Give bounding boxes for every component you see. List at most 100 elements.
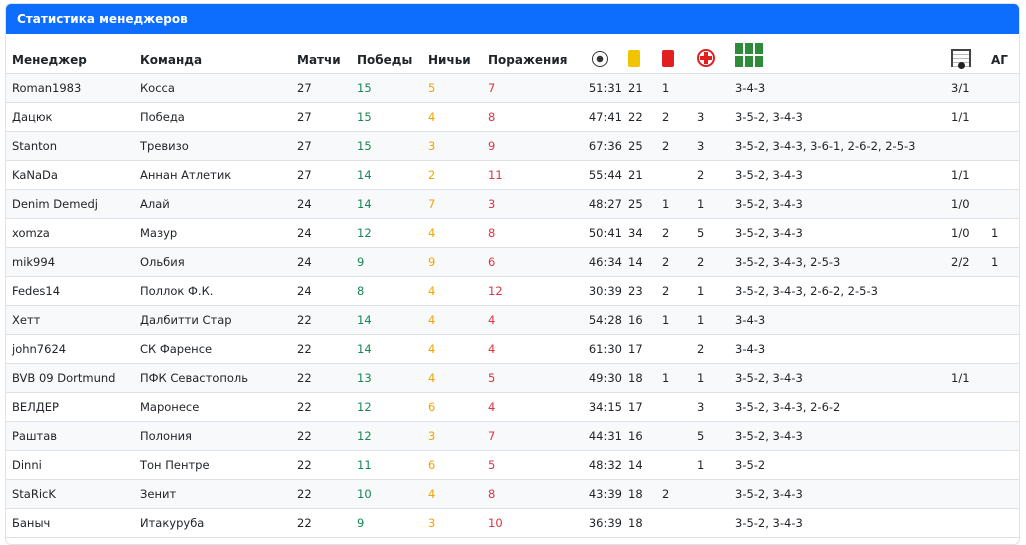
table-row: mik994 Ольбия 24 9 9 6 46:34 14 2 2 3-5-2, 3-4-3, … (6, 247, 1019, 277)
cell-yellow-cards: 16 (622, 421, 656, 451)
cell-goalkeeper: 1/0 (945, 218, 985, 248)
cell-matches: 27 (291, 102, 351, 132)
cell-losses: 4 (482, 392, 578, 422)
col-wins[interactable]: Победы (351, 34, 422, 74)
cell-manager: Stanton (6, 131, 134, 161)
cell-injuries (691, 479, 729, 509)
col-goals[interactable] (578, 34, 622, 74)
cell-matches: 22 (291, 508, 351, 538)
cell-formations: 3-4-3 (729, 73, 945, 103)
cell-goals: 36:39 (578, 508, 622, 538)
col-red-cards[interactable] (656, 34, 691, 74)
cell-matches: 22 (291, 334, 351, 364)
cell-draws: 4 (422, 479, 482, 509)
cell-wins: 14 (351, 334, 422, 364)
table-row: Stanton Тревизо 27 15 3 9 67:36 25 2 3 3-5-2, 3-4-… (6, 131, 1019, 161)
cell-losses: 11 (482, 160, 578, 190)
cell-draws: 2 (422, 160, 482, 190)
cell-matches: 24 (291, 189, 351, 219)
col-draws[interactable]: Ничьи (422, 34, 482, 74)
cell-matches: 24 (291, 276, 351, 306)
cell-yellow-cards: 21 (622, 73, 656, 103)
col-manager[interactable]: Менеджер (6, 34, 134, 74)
cell-ag (985, 160, 1019, 190)
cell-goalkeeper (945, 392, 985, 422)
cell-formations: 3-5-2, 3-4-3, 2-5-3 (729, 247, 945, 277)
cell-manager: KaNaDa (6, 160, 134, 190)
cell-team: Победа (134, 102, 291, 132)
cell-losses: 8 (482, 218, 578, 248)
cell-wins: 10 (351, 479, 422, 509)
cell-team: Мазур (134, 218, 291, 248)
cell-draws: 9 (422, 247, 482, 277)
cell-team: Зенит (134, 479, 291, 509)
cell-matches: 22 (291, 392, 351, 422)
cell-wins: 15 (351, 102, 422, 132)
cell-formations: 3-5-2, 3-4-3 (729, 421, 945, 451)
ball-icon (592, 50, 608, 67)
cell-formations: 3-5-2, 3-4-3, 2-6-2, 2-5-3 (729, 276, 945, 306)
cell-losses: 7 (482, 73, 578, 103)
cell-manager: BVB 09 Dortmund (6, 363, 134, 393)
cell-red-cards (656, 160, 691, 190)
cell-manager: xomza (6, 218, 134, 248)
cell-losses: 6 (482, 247, 578, 277)
cell-wins: 14 (351, 189, 422, 219)
cell-team: Итакуруба (134, 508, 291, 538)
cell-goalkeeper: 1/1 (945, 363, 985, 393)
cell-draws: 6 (422, 450, 482, 480)
cell-red-cards: 1 (656, 73, 691, 103)
cell-manager: ВЕЛДЕР (6, 392, 134, 422)
cell-red-cards (656, 508, 691, 538)
cell-losses: 10 (482, 508, 578, 538)
cell-losses: 7 (482, 421, 578, 451)
cell-ag (985, 189, 1019, 219)
cell-yellow-cards: 23 (622, 276, 656, 306)
cell-losses: 5 (482, 363, 578, 393)
cell-wins: 12 (351, 421, 422, 451)
cell-formations: 3-4-3 (729, 334, 945, 364)
cell-ag (985, 363, 1019, 393)
cell-injuries: 1 (691, 305, 729, 335)
cell-goals: 48:27 (578, 189, 622, 219)
col-formations[interactable] (729, 34, 945, 74)
cell-draws: 4 (422, 334, 482, 364)
cell-manager: Fedes14 (6, 276, 134, 306)
cell-goals: 47:41 (578, 102, 622, 132)
cell-yellow-cards: 18 (622, 363, 656, 393)
cell-draws: 7 (422, 189, 482, 219)
cell-wins: 12 (351, 392, 422, 422)
cell-injuries: 5 (691, 421, 729, 451)
col-injuries[interactable] (691, 34, 729, 74)
cell-goalkeeper (945, 334, 985, 364)
cell-injuries: 2 (691, 247, 729, 277)
col-team[interactable]: Команда (134, 34, 291, 74)
cell-yellow-cards: 18 (622, 508, 656, 538)
cell-ag (985, 305, 1019, 335)
goalkeeper-goal-icon (951, 48, 971, 69)
cell-goalkeeper: 2/2 (945, 247, 985, 277)
col-ag[interactable]: АГ (985, 34, 1019, 74)
cell-formations: 3-5-2, 3-4-3, 2-6-2 (729, 392, 945, 422)
cell-manager: mik994 (6, 247, 134, 277)
col-losses[interactable]: Поражения (482, 34, 578, 74)
col-goalkeeper[interactable] (945, 34, 985, 74)
cell-goalkeeper: 3/1 (945, 73, 985, 103)
cell-yellow-cards: 14 (622, 247, 656, 277)
cell-manager: Roman1983 (6, 73, 134, 103)
cell-matches: 27 (291, 73, 351, 103)
cell-draws: 4 (422, 305, 482, 335)
cell-injuries: 1 (691, 276, 729, 306)
cell-goalkeeper (945, 479, 985, 509)
col-yellow-cards[interactable] (622, 34, 656, 74)
cell-goalkeeper (945, 305, 985, 335)
cell-goalkeeper (945, 450, 985, 480)
cell-injuries: 1 (691, 450, 729, 480)
cell-team: Аннан Атлетик (134, 160, 291, 190)
cell-losses: 8 (482, 102, 578, 132)
table-row: BVB 09 Dortmund ПФК Севастополь 22 13 4 5 49:3… (6, 363, 1019, 393)
cell-draws: 4 (422, 276, 482, 306)
cell-red-cards (656, 450, 691, 480)
cell-draws: 4 (422, 363, 482, 393)
col-matches[interactable]: Матчи (291, 34, 351, 74)
